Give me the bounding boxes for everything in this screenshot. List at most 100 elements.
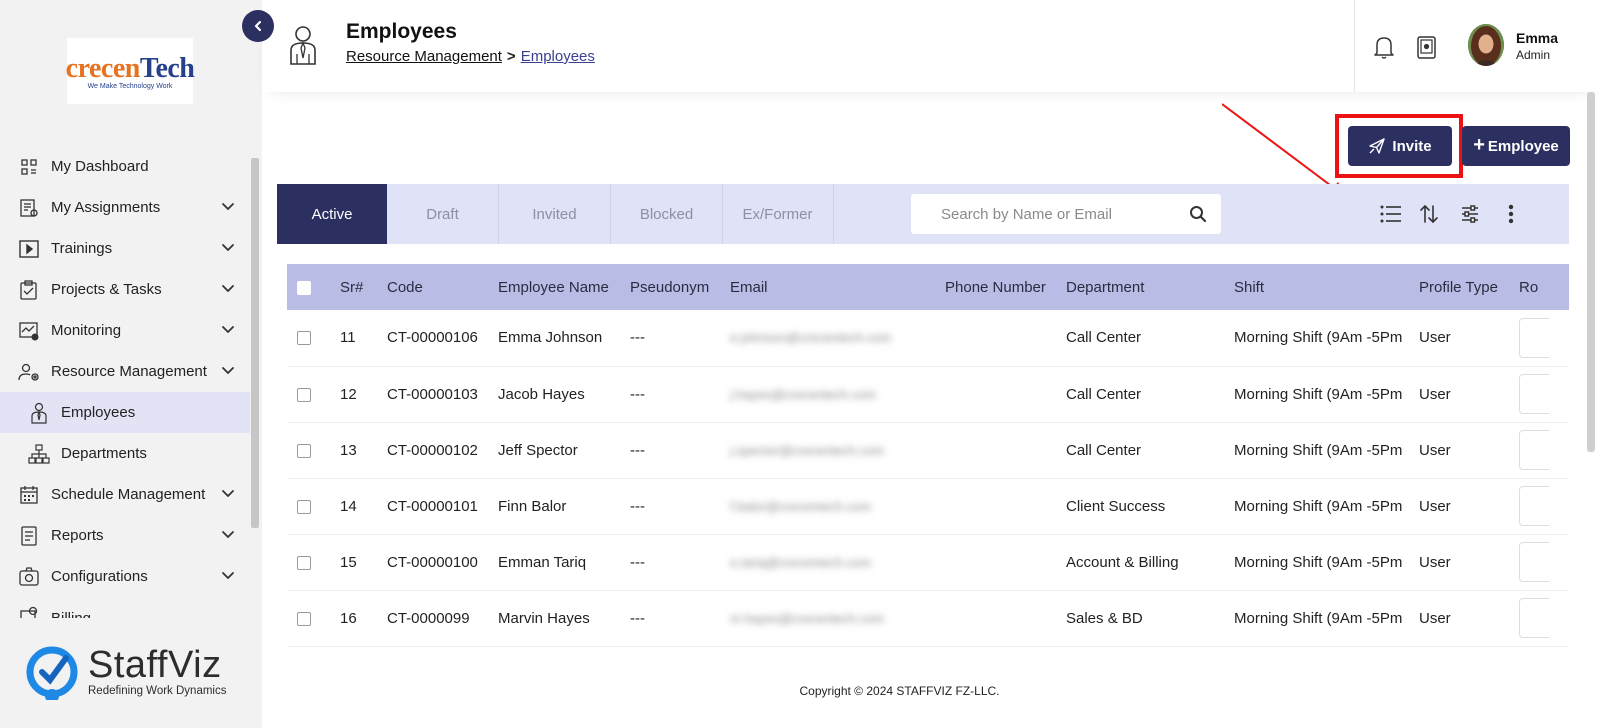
chevron-down-icon[interactable]: [220, 363, 236, 379]
sidebar-item-monitoring[interactable]: Monitoring: [0, 310, 250, 351]
col-header-sr[interactable]: Sr#: [340, 264, 387, 310]
cell-profile: User: [1419, 385, 1451, 403]
config-icon: [18, 566, 40, 588]
table-row[interactable]: 14 CT-00000101 Finn Balor --- f.balor@crecen…: [287, 478, 1569, 534]
cell-code: CT-00000101: [387, 497, 478, 515]
chevron-down-icon[interactable]: [220, 322, 236, 338]
table-row[interactable]: 12 CT-00000103 Jacob Hayes --- j.hayes@crece…: [287, 366, 1569, 422]
row-role-dropdown[interactable]: [1519, 542, 1549, 582]
select-all-checkbox[interactable]: [297, 280, 311, 295]
avatar[interactable]: [1468, 24, 1504, 66]
page-scrollbar[interactable]: [1587, 92, 1595, 452]
tab-blocked[interactable]: Blocked: [611, 184, 723, 244]
row-checkbox[interactable]: [297, 387, 311, 402]
sidebar-item-departments[interactable]: Departments: [0, 433, 250, 474]
chevron-down-icon[interactable]: [220, 240, 236, 256]
col-header-code[interactable]: Code: [387, 264, 498, 310]
sidebar-item-my-dashboard[interactable]: My Dashboard: [0, 146, 250, 187]
breadcrumb-employees[interactable]: Employees: [521, 48, 595, 65]
cell-email: j.spector@crecentech.com: [730, 442, 885, 458]
col-header-department[interactable]: Department: [1066, 264, 1234, 310]
row-role-dropdown[interactable]: [1519, 430, 1549, 470]
company-logo: crecenTech We Make Technology Work: [66, 38, 195, 104]
cell-pseudonym: ---: [630, 497, 645, 515]
table-row[interactable]: 13 CT-00000102 Jeff Spector --- j.spector@cr…: [287, 422, 1569, 478]
sidebar-item-projects-and-tasks[interactable]: Projects & Tasks: [0, 269, 250, 310]
search-icon[interactable]: [1189, 205, 1207, 223]
filter-sliders-icon[interactable]: [1458, 203, 1482, 225]
add-employee-button[interactable]: + Employee: [1462, 126, 1570, 166]
row-role-dropdown[interactable]: [1519, 317, 1549, 358]
cell-phone: [945, 590, 1066, 646]
cell-shift: Morning Shift (9Am -5Pm: [1234, 553, 1403, 571]
sidebar-item-schedule-management[interactable]: Schedule Management: [0, 474, 250, 515]
breadcrumb-separator: >: [506, 48, 516, 65]
sidebar-item-configurations[interactable]: Configurations: [0, 556, 250, 597]
col-header-shift[interactable]: Shift: [1234, 264, 1419, 310]
tab-active[interactable]: Active: [277, 184, 387, 244]
tablet-icon[interactable]: [1414, 34, 1438, 60]
cell-sr: 11: [340, 329, 356, 347]
chevron-down-icon[interactable]: [220, 199, 236, 215]
cell-profile: User: [1419, 553, 1451, 571]
search-input[interactable]: [911, 194, 1181, 234]
assignments-icon: [18, 197, 40, 219]
more-options-icon[interactable]: [1499, 203, 1523, 225]
col-header-profile-type[interactable]: Profile Type: [1419, 264, 1519, 310]
col-header-employee-name[interactable]: Employee Name: [498, 264, 630, 310]
row-checkbox[interactable]: [297, 611, 311, 626]
cell-name: Jeff Spector: [498, 441, 578, 459]
sidebar-item-label: Billing: [51, 610, 91, 618]
col-header-pseudonym[interactable]: Pseudonym: [630, 264, 730, 310]
sidebar-scrollbar[interactable]: [250, 150, 260, 620]
chevron-down-icon[interactable]: [220, 527, 236, 543]
sidebar-item-label: Employees: [61, 404, 136, 421]
search-box: [911, 194, 1221, 234]
cell-department: Client Success: [1066, 497, 1166, 515]
col-header-email[interactable]: Email: [730, 264, 945, 310]
sidebar-item-reports[interactable]: Reports: [0, 515, 250, 556]
sidebar-item-my-assignments[interactable]: My Assignments: [0, 187, 250, 228]
sidebar-item-resource-management[interactable]: Resource Management: [0, 351, 250, 392]
row-checkbox[interactable]: [297, 443, 311, 458]
cell-pseudonym: ---: [630, 609, 645, 627]
row-role-dropdown[interactable]: [1519, 598, 1549, 638]
breadcrumb-resource-management[interactable]: Resource Management: [346, 48, 502, 65]
list-view-icon[interactable]: [1379, 203, 1403, 225]
brand-name: StaffViz: [88, 643, 222, 686]
row-checkbox[interactable]: [297, 555, 311, 570]
row-checkbox[interactable]: [297, 499, 311, 514]
table-row[interactable]: 16 CT-0000099 Marvin Hayes --- m.hayes@crece…: [287, 590, 1569, 646]
cell-phone: [945, 422, 1066, 478]
cell-pseudonym: ---: [630, 385, 645, 403]
tab-invited[interactable]: Invited: [499, 184, 611, 244]
cell-profile: User: [1419, 441, 1451, 459]
cell-pseudonym: ---: [630, 553, 645, 571]
tab-draft[interactable]: Draft: [387, 184, 499, 244]
org-chart-icon: [28, 443, 50, 465]
col-header-role[interactable]: Ro: [1519, 264, 1569, 310]
chevron-down-icon[interactable]: [220, 486, 236, 502]
chevron-down-icon[interactable]: [220, 281, 236, 297]
sort-icon[interactable]: [1417, 203, 1441, 225]
bell-icon[interactable]: [1372, 34, 1396, 60]
row-checkbox[interactable]: [297, 331, 311, 346]
table-row[interactable]: 11 CT-00000106 Emma Johnson --- e.johnson@cr…: [287, 310, 1569, 366]
sidebar-item-employees[interactable]: Employees: [0, 392, 250, 433]
sidebar-item-label: Reports: [51, 527, 104, 544]
sidebar-item-label: My Assignments: [51, 199, 161, 216]
employees-table: Sr# Code Employee Name Pseudonym Email P…: [287, 264, 1569, 647]
row-role-dropdown[interactable]: [1519, 374, 1549, 414]
sidebar-item-billing[interactable]: Billing: [0, 597, 250, 618]
chevron-down-icon[interactable]: [220, 568, 236, 584]
sidebar-item-label: Monitoring: [51, 322, 122, 339]
clipboard-icon: [18, 279, 40, 301]
row-role-dropdown[interactable]: [1519, 486, 1549, 526]
col-header-phone[interactable]: Phone Number: [945, 264, 1066, 310]
sidebar-item-label: Departments: [61, 445, 147, 462]
chevron-left-icon: [254, 20, 262, 32]
collapse-sidebar-button[interactable]: [242, 10, 274, 42]
tab-ex-former[interactable]: Ex/Former: [722, 184, 834, 244]
table-row[interactable]: 15 CT-00000100 Emman Tariq --- e.tariq@crece…: [287, 534, 1569, 590]
sidebar-item-trainings[interactable]: Trainings: [0, 228, 250, 269]
